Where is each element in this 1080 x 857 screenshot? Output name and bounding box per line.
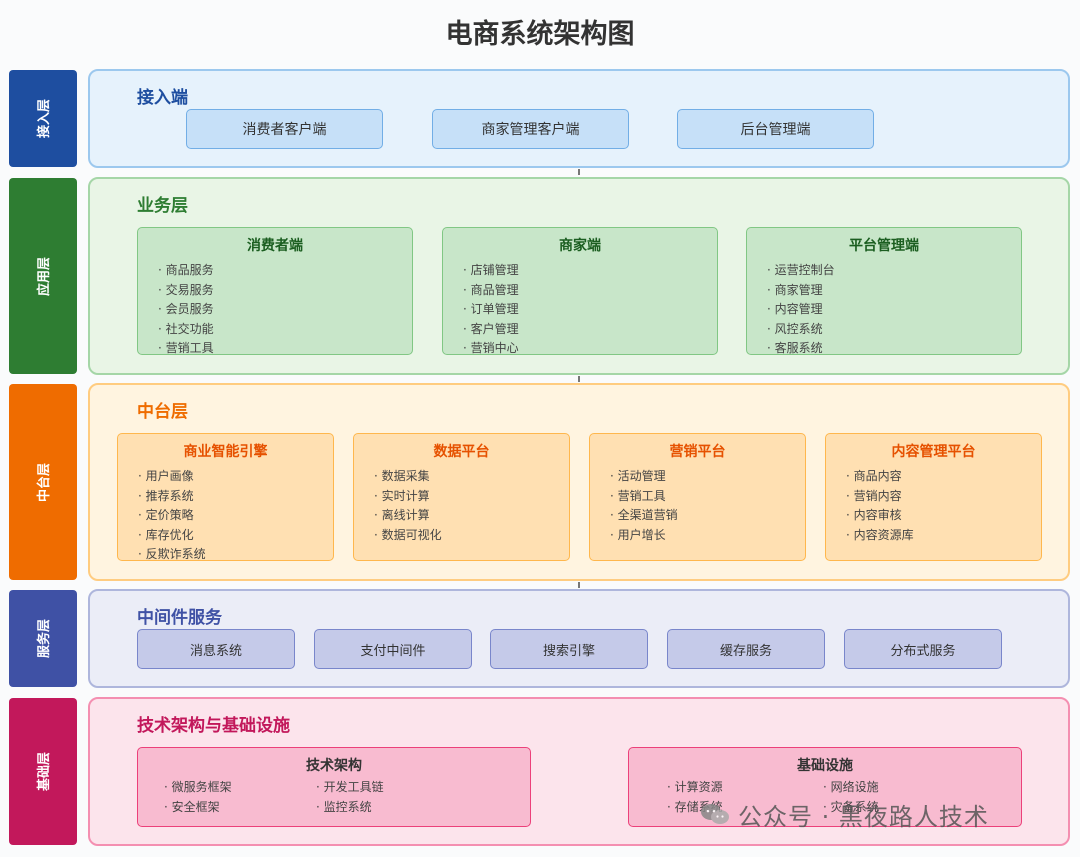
list-item: 库存优化	[118, 526, 333, 546]
chip-distributed-service: 分布式服务	[844, 629, 1002, 669]
card-title: 营销平台	[669, 444, 726, 460]
connector	[578, 376, 580, 382]
panel-access: 接入端 消费者客户端 商家管理客户端 后台管理端	[88, 69, 1070, 168]
tech-col-1: · 微服务框架 · 安全框架	[164, 778, 232, 817]
chip-consumer-client: 消费者客户端	[186, 109, 383, 149]
diagram-title: 电商系统架构图	[445, 19, 635, 50]
list-item: · 微服务框架	[164, 780, 232, 794]
panel-middle: 中台层 商业智能引擎 用户画像 推荐系统 定价策略 库存优化 反欺诈系统 数据平…	[88, 383, 1070, 581]
list-item: 实时计算	[354, 487, 569, 507]
card-tech-architecture: 技术架构 · 微服务框架 · 安全框架 · 开发工具链 · 监控系统	[137, 747, 531, 827]
card-content-platform: 内容管理平台 商品内容 营销内容 内容审核 内容资源库	[825, 433, 1042, 561]
card-title: 商家端	[559, 238, 601, 254]
card-title: 数据平台	[433, 444, 490, 460]
section-title-access: 接入端	[137, 88, 188, 108]
section-title-base: 技术架构与基础设施	[137, 716, 290, 736]
card-data-platform: 数据平台 数据采集 实时计算 离线计算 数据可视化	[353, 433, 570, 561]
card-consumer: 消费者端 商品服务 交易服务 会员服务 社交功能 营销工具	[137, 227, 413, 355]
card-bi-engine: 商业智能引擎 用户画像 推荐系统 定价策略 库存优化 反欺诈系统	[117, 433, 334, 561]
side-label-middle-text: 中台层	[37, 462, 53, 502]
list-item: · 监控系统	[316, 799, 372, 814]
list-item: 用户画像	[118, 467, 333, 487]
wechat-icon	[701, 804, 729, 824]
card-platform-admin: 平台管理端 运营控制台 商家管理 内容管理 风控系统 客服系统	[746, 227, 1022, 355]
list-item: 商家管理	[747, 281, 1021, 301]
connector	[578, 582, 580, 588]
list-item: 内容管理	[747, 300, 1021, 320]
list-item: 定价策略	[118, 506, 333, 526]
list-item: 交易服务	[138, 281, 412, 301]
list-item: 商品服务	[138, 261, 412, 281]
list-item: 订单管理	[443, 300, 717, 320]
list-item: 会员服务	[138, 300, 412, 320]
chip-cache-service: 缓存服务	[667, 629, 825, 669]
list-item: 数据采集	[354, 467, 569, 487]
card-title: 技术架构	[306, 758, 362, 774]
side-label-application: 应用层	[9, 178, 77, 374]
list-item: 内容资源库	[826, 526, 1041, 546]
list-item: 商品内容	[826, 467, 1041, 487]
card-marketing-platform: 营销平台 活动管理 营销工具 全渠道营销 用户增长	[589, 433, 806, 561]
list-item: · 安全框架	[164, 799, 220, 814]
list-item: 社交功能	[138, 320, 412, 340]
list-item: 营销内容	[826, 487, 1041, 507]
list-item: 反欺诈系统	[118, 545, 333, 565]
list-item: 营销工具	[138, 339, 412, 359]
connector	[578, 169, 580, 175]
watermark: 公众号 · 黑夜路人技术	[700, 796, 1070, 832]
chip-admin-client: 后台管理端	[677, 109, 874, 149]
list-item: 客服系统	[747, 339, 1021, 359]
list-item: 全渠道营销	[590, 506, 805, 526]
list-item: 用户增长	[590, 526, 805, 546]
side-label-service: 服务层	[9, 590, 77, 687]
panel-application: 业务层 消费者端 商品服务 交易服务 会员服务 社交功能 营销工具 商家端 店铺…	[88, 177, 1070, 375]
list-item: 营销中心	[443, 339, 717, 359]
card-title: 内容管理平台	[891, 444, 976, 460]
list-item: 活动管理	[590, 467, 805, 487]
side-label-middle: 中台层	[9, 384, 77, 580]
panel-service: 中间件服务 消息系统 支付中间件 搜索引擎 缓存服务 分布式服务	[88, 589, 1070, 688]
side-label-application-text: 应用层	[37, 256, 53, 296]
card-title: 平台管理端	[849, 238, 919, 254]
list-item: · 开发工具链	[316, 780, 384, 794]
chip-merchant-client: 商家管理客户端	[432, 109, 629, 149]
list-item: 运营控制台	[747, 261, 1021, 281]
side-label-base-text: 基础层	[37, 751, 53, 792]
list-item: 风控系统	[747, 320, 1021, 340]
list-item: 客户管理	[443, 320, 717, 340]
list-item-text: 安全框架	[171, 799, 220, 814]
list-item-text: 网络设施	[830, 780, 879, 794]
list-item: 数据可视化	[354, 526, 569, 546]
chip-payment-middleware: 支付中间件	[314, 629, 472, 669]
list-item: · 网络设施	[823, 780, 879, 794]
tech-col-2: · 开发工具链 · 监控系统	[316, 778, 384, 817]
list-item: 店铺管理	[443, 261, 717, 281]
list-item: 商品管理	[443, 281, 717, 301]
list-item-text: 监控系统	[323, 799, 372, 814]
section-title-application: 业务层	[137, 196, 188, 216]
card-title: 商业智能引擎	[183, 444, 268, 460]
list-item-text: 开发工具链	[323, 780, 384, 794]
list-item-text: 计算资源	[674, 780, 723, 794]
side-label-service-text: 服务层	[37, 618, 53, 659]
watermark-text: 公众号 · 黑夜路人技术	[738, 802, 989, 831]
list-item: 推荐系统	[118, 487, 333, 507]
list-item: 内容审核	[826, 506, 1041, 526]
list-item-text: 微服务框架	[171, 780, 232, 794]
list-item: 营销工具	[590, 487, 805, 507]
chip-message-system: 消息系统	[137, 629, 295, 669]
side-label-access: 接入层	[9, 70, 77, 167]
list-item: · 计算资源	[667, 780, 723, 794]
card-title: 消费者端	[247, 238, 303, 254]
card-merchant: 商家端 店铺管理 商品管理 订单管理 客户管理 营销中心	[442, 227, 718, 355]
chip-search-engine: 搜索引擎	[490, 629, 648, 669]
section-title-middle: 中台层	[137, 402, 188, 422]
section-title-service: 中间件服务	[137, 608, 222, 628]
card-title: 基础设施	[797, 758, 853, 774]
side-label-base: 基础层	[9, 698, 77, 845]
side-label-access-text: 接入层	[37, 98, 53, 139]
list-item: 离线计算	[354, 506, 569, 526]
